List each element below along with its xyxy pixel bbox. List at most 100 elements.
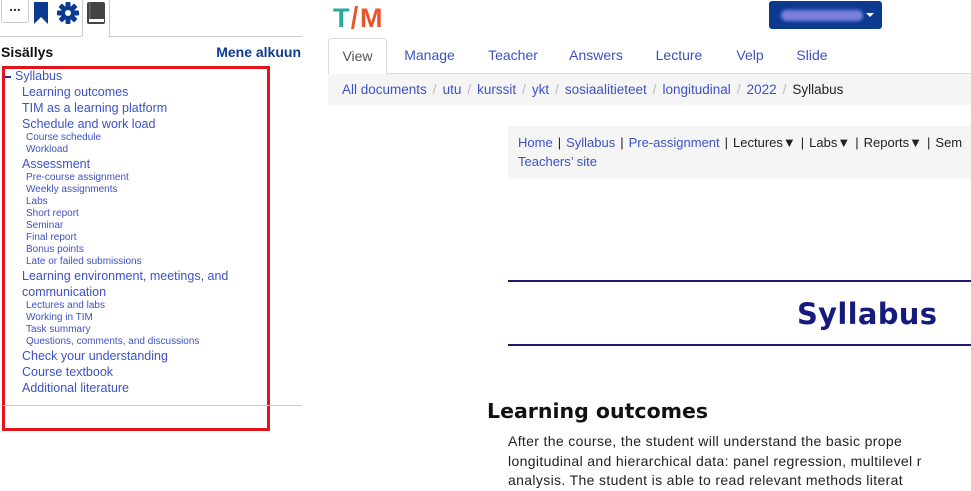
tab-manage[interactable]: Manage bbox=[388, 38, 471, 73]
title-rule-bottom bbox=[508, 344, 971, 346]
nav-labs-dropdown[interactable]: Labs▼ bbox=[809, 135, 850, 150]
breadcrumb: All documents / utu / kurssit / ykt / sosiaaliti… bbox=[328, 74, 971, 105]
bookmark-icon[interactable] bbox=[33, 2, 49, 24]
user-name-redacted bbox=[781, 10, 863, 21]
svg-text:T: T bbox=[333, 4, 350, 30]
breadcrumb-item[interactable]: All documents bbox=[342, 82, 427, 97]
toc-item[interactable]: Questions, comments, and discussions bbox=[5, 336, 265, 348]
main-area: T M View Manage Teacher Answers Lecture … bbox=[302, 0, 971, 488]
breadcrumb-separator: / bbox=[522, 82, 526, 97]
nav-reports-dropdown[interactable]: Reports▼ bbox=[864, 135, 922, 150]
toc-item[interactable]: Bonus points bbox=[5, 244, 265, 256]
toc-item[interactable]: Task summary bbox=[5, 324, 265, 336]
toc-item[interactable]: Workload bbox=[5, 144, 265, 156]
breadcrumb-item[interactable]: utu bbox=[443, 82, 462, 97]
page-title: Syllabus bbox=[797, 297, 938, 331]
course-nav: Home | Syllabus | Pre-assignment | Lectures▼ | L… bbox=[508, 126, 971, 179]
paragraph-line: analysis. The student is able to read re… bbox=[508, 472, 903, 488]
toc-item[interactable]: Syllabus bbox=[5, 68, 265, 84]
nav-pre-assignment-link[interactable]: Pre-assignment bbox=[629, 135, 720, 150]
divider bbox=[3, 405, 302, 406]
toc-item-label: Labs bbox=[26, 196, 48, 207]
breadcrumb-item[interactable]: 2022 bbox=[747, 82, 777, 97]
paragraph-line: longitudinal and hierarchical data: pane… bbox=[508, 452, 922, 469]
toc-item-label: Syllabus bbox=[15, 69, 63, 83]
toc-item-label: Working in TIM bbox=[26, 312, 93, 323]
toc-item[interactable]: Final report bbox=[5, 232, 265, 244]
tab-slide[interactable]: Slide bbox=[781, 38, 843, 73]
toc-item-label: Lectures and labs bbox=[26, 300, 105, 311]
toc-item-label: Bonus points bbox=[26, 244, 84, 255]
tab-view[interactable]: View bbox=[328, 38, 387, 75]
nav-home-link[interactable]: Home bbox=[518, 135, 553, 150]
breadcrumb-separator: / bbox=[782, 82, 787, 97]
toc-item[interactable]: Learning environment, meetings, and comm… bbox=[5, 268, 265, 300]
toc-item-label: Short report bbox=[26, 208, 79, 219]
gear-icon[interactable] bbox=[56, 1, 80, 25]
nav-lectures-dropdown[interactable]: Lectures▼ bbox=[733, 135, 796, 150]
breadcrumb-item[interactable]: ykt bbox=[532, 82, 549, 97]
paragraph-line: After the course, the student will under… bbox=[508, 433, 903, 449]
breadcrumb-item[interactable]: sosiaalitieteet bbox=[565, 82, 647, 97]
breadcrumb-separator: / bbox=[432, 82, 437, 97]
toc-item-label: Additional literature bbox=[22, 381, 130, 395]
toc-item[interactable]: Lectures and labs bbox=[5, 300, 265, 312]
toc-item-label: Check your understanding bbox=[22, 349, 168, 363]
toc-item-label: Task summary bbox=[26, 324, 91, 335]
toc-item-label: Workload bbox=[26, 144, 69, 155]
breadcrumb-item[interactable]: kurssit bbox=[477, 82, 516, 97]
toc-item-label: Weekly assignments bbox=[26, 184, 118, 195]
menu-button[interactable]: ... bbox=[1, 0, 29, 23]
toc-item[interactable]: Check your understanding bbox=[5, 348, 265, 364]
toc-item[interactable]: Schedule and work load bbox=[5, 116, 265, 132]
collapse-minus-icon[interactable] bbox=[5, 75, 11, 78]
toc-item[interactable]: Course schedule bbox=[5, 132, 265, 144]
toc-item[interactable]: Late or failed submissions bbox=[5, 256, 265, 268]
toc-item-label: Learning outcomes bbox=[22, 85, 129, 99]
user-menu-button[interactable] bbox=[769, 1, 882, 29]
toc-item[interactable]: Course textbook bbox=[5, 364, 265, 380]
divider bbox=[108, 36, 302, 37]
toc-item-label: Pre-course assignment bbox=[26, 172, 129, 183]
toc-item[interactable]: Short report bbox=[5, 208, 265, 220]
go-to-top-link[interactable]: Mene alkuun bbox=[216, 44, 301, 60]
toc-item-label: Course schedule bbox=[26, 132, 102, 143]
toc-item[interactable]: Learning outcomes bbox=[5, 84, 265, 100]
toc-item[interactable]: Additional literature bbox=[5, 380, 265, 396]
toc-item-label: Assessment bbox=[22, 157, 91, 171]
toc-item-label: TIM as a learning platform bbox=[22, 101, 168, 115]
nav-teachers-site-link[interactable]: Teachers’ site bbox=[518, 154, 597, 169]
document-tabs: View Manage Teacher Answers Lecture Velp… bbox=[328, 38, 971, 75]
toc-item[interactable]: Weekly assignments bbox=[5, 184, 265, 196]
breadcrumb-separator: / bbox=[467, 82, 472, 97]
toc-item[interactable]: Labs bbox=[5, 196, 265, 208]
nav-syllabus-link[interactable]: Syllabus bbox=[566, 135, 615, 150]
nav-seminar-link[interactable]: Sem bbox=[935, 135, 962, 150]
caret-down-icon bbox=[866, 13, 874, 17]
breadcrumb-item: Syllabus bbox=[792, 82, 844, 97]
toc-item[interactable]: Assessment bbox=[5, 156, 265, 172]
tab-answers[interactable]: Answers bbox=[554, 38, 638, 73]
tab-teacher[interactable]: Teacher bbox=[473, 38, 553, 73]
toc-item-label: Course textbook bbox=[22, 365, 114, 379]
book-icon bbox=[87, 2, 105, 24]
toc-item-label: Questions, comments, and discussions bbox=[26, 336, 200, 347]
tab-velp[interactable]: Velp bbox=[720, 38, 780, 73]
divider bbox=[0, 36, 82, 37]
tim-logo[interactable]: T M bbox=[333, 4, 393, 30]
breadcrumb-separator: / bbox=[555, 82, 559, 97]
breadcrumb-separator: / bbox=[652, 82, 657, 97]
tab-contents[interactable] bbox=[82, 0, 110, 36]
toc-item-label: Late or failed submissions bbox=[26, 256, 142, 267]
sidebar: ... Sisällys Mene alkuun Syllabus Learni… bbox=[0, 0, 302, 485]
toc-title: Sisällys bbox=[1, 44, 54, 60]
paragraph: After the course, the student will under… bbox=[508, 432, 971, 491]
toc-item[interactable]: TIM as a learning platform bbox=[5, 100, 265, 116]
sidebar-tabs: ... bbox=[0, 0, 302, 37]
breadcrumb-item[interactable]: longitudinal bbox=[663, 82, 731, 97]
toc-item[interactable]: Pre-course assignment bbox=[5, 172, 265, 184]
toc-item[interactable]: Working in TIM bbox=[5, 312, 265, 324]
tab-lecture[interactable]: Lecture bbox=[639, 38, 719, 73]
breadcrumb-separator: / bbox=[736, 82, 741, 97]
toc-item[interactable]: Seminar bbox=[5, 220, 265, 232]
